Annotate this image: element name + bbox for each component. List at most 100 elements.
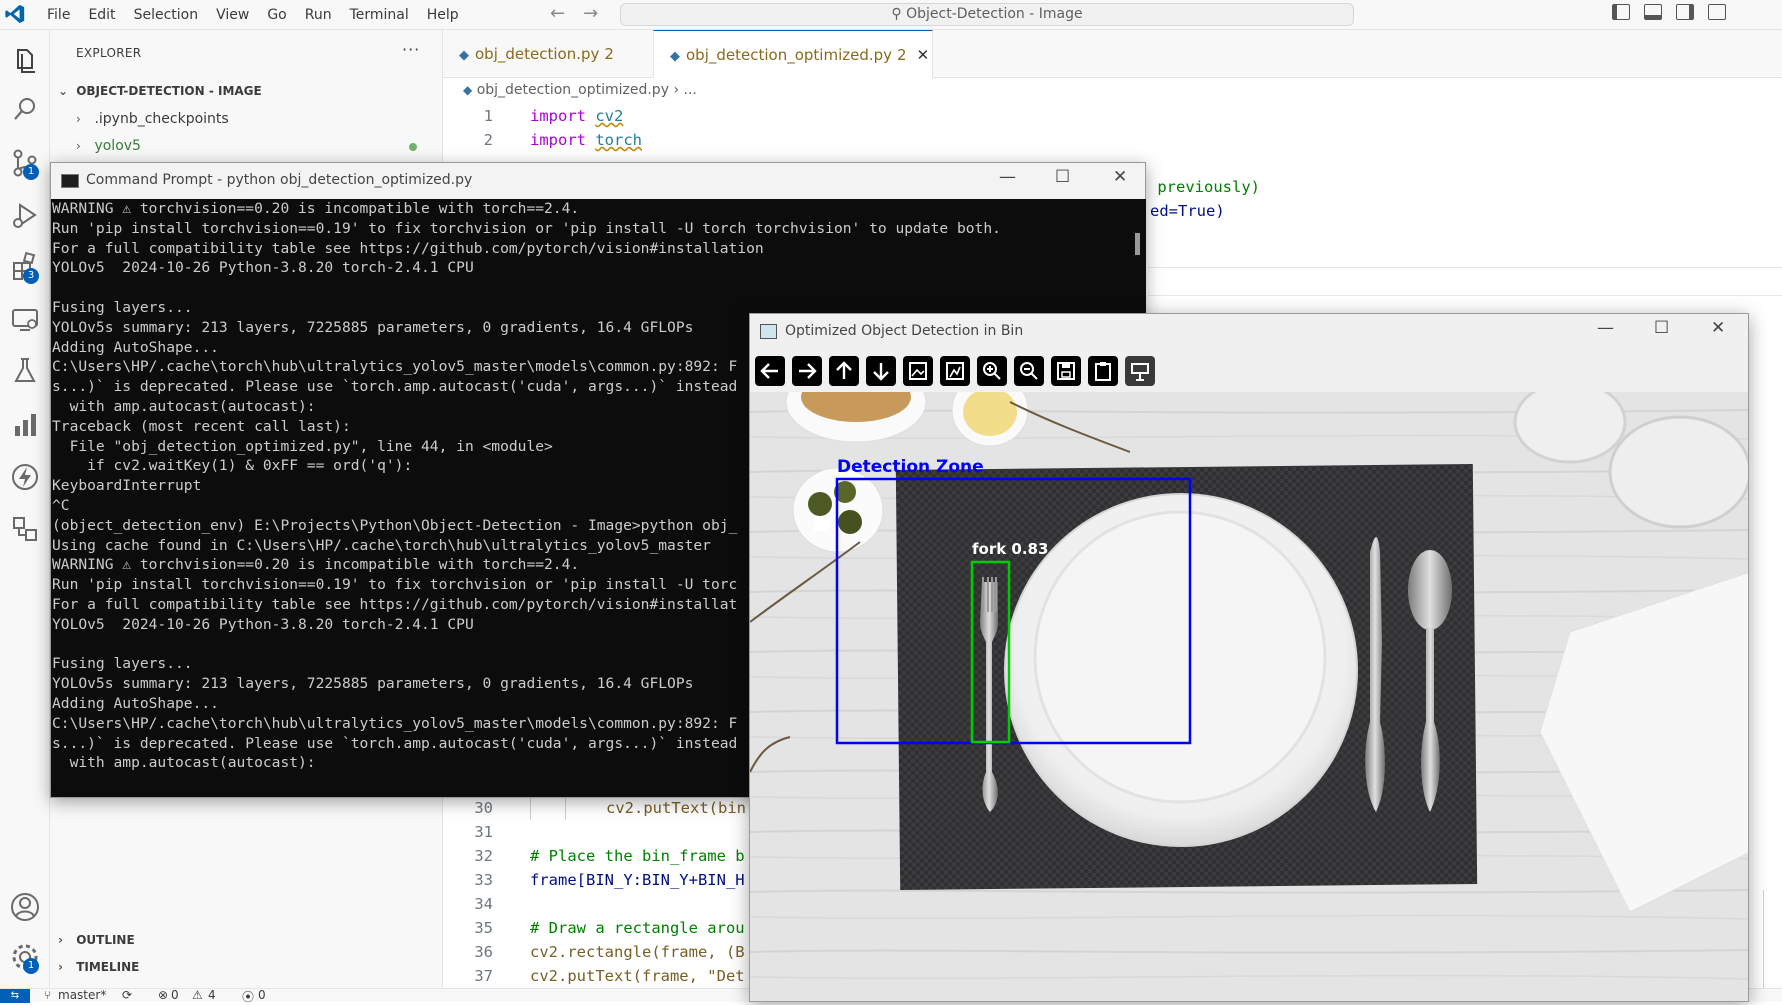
code-line[interactable]: import torch [530,131,642,149]
command-center-label: Object-Detection - Image [906,6,1083,22]
lightning-icon[interactable] [8,460,42,494]
olive [808,492,832,516]
fork-detection-label: fork 0.83 [972,540,1048,558]
menu-help[interactable]: Help [418,5,468,25]
workspace-folder-label: OBJECT-DETECTION - IMAGE [76,84,262,98]
python-file-icon: ◆ [459,48,469,63]
chevron-right-icon: › [58,933,63,947]
code-line[interactable]: # Place the bin_frame b [530,847,745,865]
arrow-left-icon[interactable] [755,356,785,386]
chart-icon[interactable] [8,408,42,442]
remote-explorer-icon[interactable] [8,302,42,336]
error-icon: ⊗ [158,988,169,1002]
breadcrumb-file[interactable]: obj_detection_optimized.py [477,82,669,98]
arrow-right-icon[interactable] [792,356,822,386]
tab-obj-detection-optimized[interactable]: ◆ obj_detection_optimized.py 2 ✕ [653,30,933,78]
remote-indicator-icon[interactable]: ⇆ [0,989,30,1003]
tree-item-ipynb-checkpoints[interactable]: › .ipynb_checkpoints [76,111,229,127]
close-tab-icon[interactable]: ✕ [917,46,930,64]
python-file-icon: ◆ [670,49,680,64]
code-line[interactable]: import cv2 [530,107,623,125]
toggle-primary-sidebar-icon[interactable] [1612,4,1630,20]
code-line[interactable]: frame[BIN_Y:BIN_Y+BIN_H [530,871,745,889]
title-bar: File Edit Selection View Go Run Terminal… [0,0,1782,30]
breadcrumb: ◆ obj_detection_optimized.py › ... [463,82,697,98]
account-icon[interactable] [8,890,42,924]
detection-window[interactable]: Optimized Object Detection in Bin — ☐ ✕ [749,313,1749,1002]
breadcrumb-symbol[interactable]: ... [684,82,697,98]
console-line: YOLOv5 2024-10-26 Python-3.8.20 torch-2.… [52,259,474,277]
search-icon[interactable] [8,92,42,126]
command-prompt-titlebar[interactable]: Command Prompt - python obj_detection_op… [51,163,1145,199]
close-icon[interactable]: ✕ [1711,318,1725,338]
minimize-icon[interactable]: — [1597,318,1614,338]
layout-controls [1612,4,1726,20]
sync-icon[interactable]: ⟳ [122,988,132,1002]
detection-image: Detection Zone fork 0.83 [750,392,1748,1001]
workspace-folder-header[interactable]: ⌄ OBJECT-DETECTION - IMAGE [58,84,262,98]
editor-rule [1148,267,1782,268]
code-module: torch [595,131,643,149]
command-center[interactable]: ⚲ Object-Detection - Image [620,3,1354,26]
code-line[interactable]: cv2.rectangle(frame, (B [530,943,745,961]
branch-label[interactable]: master* [58,988,106,1002]
toggle-secondary-sidebar-icon[interactable] [1676,4,1694,20]
timeline-label: TIMELINE [76,960,140,974]
menu-terminal[interactable]: Terminal [341,5,418,25]
close-icon[interactable]: ✕ [1113,167,1127,187]
testing-icon[interactable] [8,354,42,388]
properties-icon[interactable] [1125,356,1155,386]
menu-edit[interactable]: Edit [79,5,124,25]
zoom-in-icon[interactable] [977,356,1007,386]
tree-item-yolov5[interactable]: › yolov5 [76,138,141,154]
timeline-section[interactable]: › TIMELINE [58,960,139,974]
tab-obj-detection[interactable]: ◆ obj_detection.py 2 [443,30,653,78]
image-icon[interactable] [903,356,933,386]
code-fragment: ed=True) [1150,202,1225,220]
menu-view[interactable]: View [207,5,258,25]
structure-icon[interactable] [8,512,42,546]
console-line: For a full compatibility table see https… [52,239,764,257]
image-stats-icon[interactable] [940,356,970,386]
save-icon[interactable] [1051,356,1081,386]
detection-title: Optimized Object Detection in Bin [785,323,1024,339]
tab-label: obj_detection_optimized.py [686,46,893,64]
back-arrow-icon[interactable]: ← [550,3,565,24]
arrow-up-icon[interactable] [829,356,859,386]
maximize-icon[interactable]: ☐ [1055,167,1070,187]
ports-count[interactable]: 0 [258,988,266,1002]
toggle-panel-icon[interactable] [1644,4,1662,20]
line-number: 34 [474,895,493,913]
chevron-right-icon: › [58,960,63,974]
maximize-icon[interactable]: ☐ [1654,318,1669,338]
run-debug-icon[interactable] [8,198,42,232]
customize-layout-icon[interactable] [1708,4,1726,20]
error-count[interactable]: 0 [171,988,179,1002]
tree-item-label: .ipynb_checkpoints [94,111,229,127]
indent-guide [565,796,566,820]
outline-section[interactable]: › OUTLINE [58,933,135,947]
code-line[interactable]: cv2.putText(bin [606,799,746,817]
menu-file[interactable]: File [38,5,79,25]
menu-selection[interactable]: Selection [125,5,208,25]
branch-icon: ⑂ [44,988,52,1002]
code-keyword: import [530,107,586,125]
clipboard-icon[interactable] [1088,356,1118,386]
forward-arrow-icon[interactable]: → [583,3,598,24]
arrow-down-icon[interactable] [866,356,896,386]
detection-titlebar[interactable]: Optimized Object Detection in Bin — ☐ ✕ [750,314,1748,350]
settings-badge: 1 [23,958,39,974]
scrollbar-thumb[interactable] [1135,233,1140,255]
code-line[interactable]: # Draw a rectangle arou [530,919,745,937]
zoom-out-icon[interactable] [1014,356,1044,386]
overlay-widget-edge [1763,890,1782,990]
menu-go[interactable]: Go [258,5,295,25]
code-line[interactable]: cv2.putText(frame, "Det [530,967,745,985]
minimize-icon[interactable]: — [999,167,1016,187]
editor-tabs: ◆ obj_detection.py 2 ◆ obj_detection_optimi… [443,30,1782,78]
warning-count[interactable]: 4 [208,988,216,1002]
explorer-icon[interactable] [8,44,42,78]
more-actions-icon[interactable]: ··· [402,40,420,59]
menu-run[interactable]: Run [296,5,341,25]
search-icon: ⚲ [891,6,902,22]
